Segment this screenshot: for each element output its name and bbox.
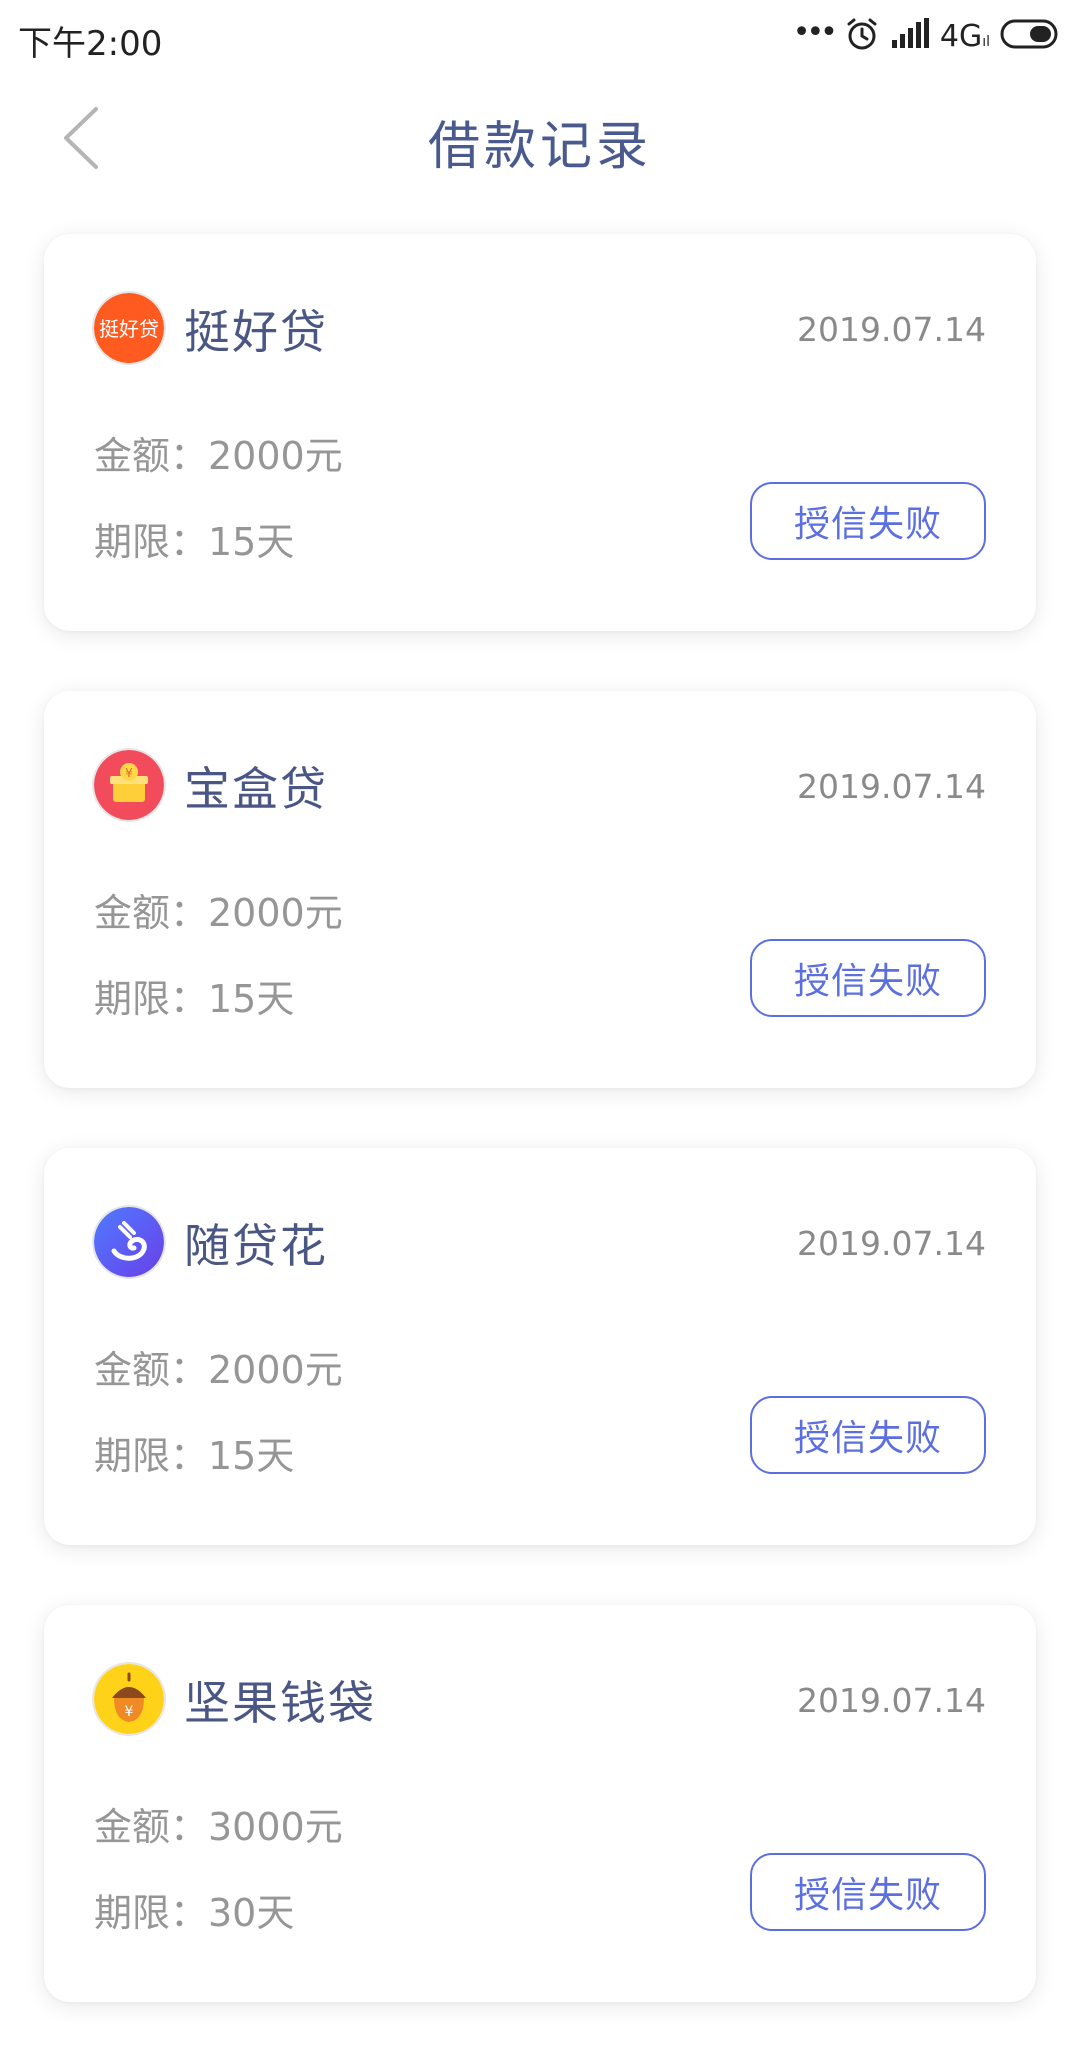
loan-amount: 金额：2000元 xyxy=(94,1348,343,1392)
battery-icon xyxy=(1000,18,1062,54)
signal-icon xyxy=(890,18,930,54)
svg-text:¥: ¥ xyxy=(125,1704,134,1720)
svg-text:¥: ¥ xyxy=(125,766,133,780)
loan-date: 2019.07.14 xyxy=(797,1681,986,1720)
network-type: 4Gıl xyxy=(940,19,990,54)
loan-amount: 金额：3000元 xyxy=(94,1805,343,1849)
loan-term: 期限：15天 xyxy=(94,1434,295,1478)
network-sub: ıl xyxy=(982,33,990,50)
credit-status-button[interactable]: 授信失败 xyxy=(750,1853,986,1931)
suidaihua-logo-icon xyxy=(94,1207,164,1277)
svg-text:挺好贷: 挺好贷 xyxy=(99,317,159,341)
page-title: 借款记录 xyxy=(427,117,652,177)
alarm-icon xyxy=(844,16,880,56)
status-time: 下午2:00 xyxy=(18,24,163,64)
loan-record-list: 挺好贷 挺好贷 2019.07.14 金额：2000元 期限：15天 授信失败 … xyxy=(44,234,1036,2062)
nav-header: 借款记录 xyxy=(0,74,1080,204)
loan-product-name: 随贷花 xyxy=(184,1219,328,1273)
loan-card[interactable]: 挺好贷 挺好贷 2019.07.14 金额：2000元 期限：15天 授信失败 xyxy=(44,234,1036,631)
loan-term: 期限：30天 xyxy=(94,1891,295,1935)
jianguoqiandai-logo-icon: ¥ xyxy=(94,1664,164,1734)
loan-product-name: 宝盒贷 xyxy=(184,762,328,816)
loan-term: 期限：15天 xyxy=(94,977,295,1021)
credit-status-button[interactable]: 授信失败 xyxy=(750,939,986,1017)
loan-date: 2019.07.14 xyxy=(797,310,986,349)
loan-product-name: 挺好贷 xyxy=(184,305,328,359)
loan-amount: 金额：2000元 xyxy=(94,434,343,478)
loan-term: 期限：15天 xyxy=(94,520,295,564)
loan-card[interactable]: 随贷花 2019.07.14 金额：2000元 期限：15天 授信失败 xyxy=(44,1148,1036,1545)
tinghaodai-logo-icon: 挺好贷 xyxy=(94,293,164,363)
baohedai-logo-icon: ¥ xyxy=(94,750,164,820)
loan-date: 2019.07.14 xyxy=(797,767,986,806)
status-bar: 下午2:00 ••• 4Gıl xyxy=(0,0,1080,74)
loan-amount: 金额：2000元 xyxy=(94,891,343,935)
credit-status-button[interactable]: 授信失败 xyxy=(750,482,986,560)
loan-date: 2019.07.14 xyxy=(797,1224,986,1263)
more-dots-icon: ••• xyxy=(792,15,838,50)
network-label: 4G xyxy=(939,18,983,54)
status-icons: ••• 4Gıl xyxy=(793,14,1062,58)
credit-status-button[interactable]: 授信失败 xyxy=(750,1396,986,1474)
loan-card[interactable]: ¥ 宝盒贷 2019.07.14 金额：2000元 期限：15天 授信失败 xyxy=(44,691,1036,1088)
loan-product-name: 坚果钱袋 xyxy=(184,1676,376,1730)
loan-card[interactable]: ¥ 坚果钱袋 2019.07.14 金额：3000元 期限：30天 授信失败 xyxy=(44,1605,1036,2002)
